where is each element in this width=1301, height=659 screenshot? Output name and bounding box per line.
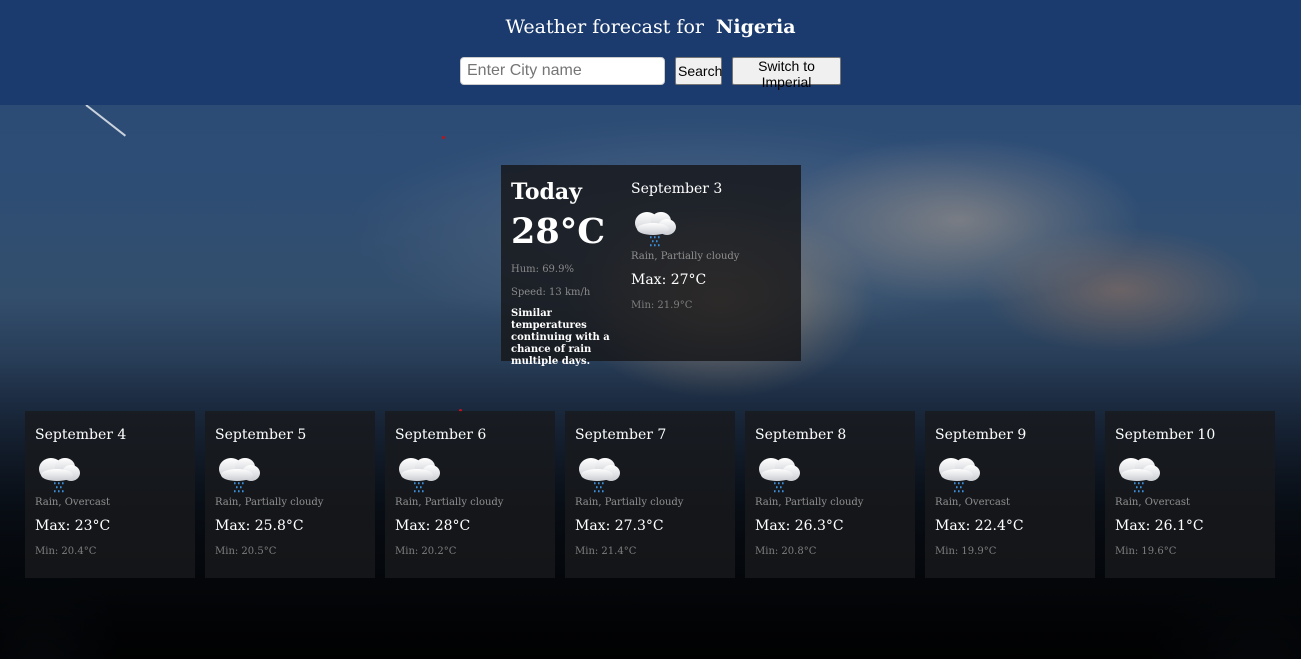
forecast-date: September 8 [755,427,847,443]
forecast-max: Max: 26.1°C [1115,518,1204,534]
day-card: September 6 Rain, Partially cloudy Max: … [385,411,555,578]
forecast-min: Min: 19.9°C [935,546,997,557]
forecast-date: September 5 [215,427,307,443]
forecast-condition: Rain, Overcast [935,497,1010,508]
forecast-min: Min: 20.5°C [215,546,277,557]
forecast-max: Max: 23°C [35,518,111,534]
search-bar: Search Switch to Imperial [460,57,841,90]
day-card: September 4 Rain, Overcast Max: 23°C Min… [25,411,195,578]
current-temperature: 28°C [511,211,606,252]
forecast-condition: Rain, Partially cloudy [755,497,864,508]
rain-cloud-icon [755,449,803,493]
forecast-condition: Rain, Overcast [35,497,110,508]
day-card: September 10 Rain, Overcast Max: 26.1°C … [1105,411,1275,578]
forecast-date: September 4 [35,427,127,443]
forecast-min: Min: 20.8°C [755,546,817,557]
rain-cloud-icon [575,449,623,493]
forecast-condition: Rain, Partially cloudy [395,497,504,508]
forecast-min: Min: 19.6°C [1115,546,1177,557]
day-card: September 9 Rain, Overcast Max: 22.4°C M… [925,411,1095,578]
title-prefix: Weather forecast for [505,16,704,38]
day-card: September 8 Rain, Partially cloudy Max: … [745,411,915,578]
forecast-min: Min: 20.2°C [395,546,457,557]
search-button[interactable]: Search [675,57,722,85]
forecast-condition: Rain, Overcast [1115,497,1190,508]
rain-cloud-icon [1115,449,1163,493]
page-title: Weather forecast for Nigeria [0,16,1301,38]
day-card: September 7 Rain, Partially cloudy Max: … [565,411,735,578]
forecast-max: Max: 25.8°C [215,518,304,534]
forecast-max: Max: 27.3°C [575,518,664,534]
rain-cloud-icon [935,449,983,493]
rain-cloud-icon [631,203,679,247]
humidity: Hum: 69.9% [511,264,574,275]
forecast-summary: Similar temperatures continuing with a c… [511,308,610,367]
today-label: Today [511,179,582,205]
forecast-date: September 7 [575,427,667,443]
forecast-max: Max: 27°C [631,272,707,288]
location-name: Nigeria [716,16,796,38]
forecast-date: September 10 [1115,427,1216,443]
day-card: September 5 Rain, Partially cloudy Max: … [205,411,375,578]
background-streak [85,104,127,137]
today-forecast: September 3 Rain, Partially cloudy Max: … [631,181,791,311]
forecast-max: Max: 28°C [395,518,471,534]
forecast-condition: Rain, Partially cloudy [215,497,324,508]
today-summary: Today 28°C Hum: 69.9% Speed: 13 km/h Sim… [511,179,629,368]
page-header: Weather forecast for Nigeria Search Swit… [0,0,1301,105]
wind-speed: Speed: 13 km/h [511,287,591,298]
switch-units-button[interactable]: Switch to Imperial [732,57,841,90]
forecast-min: Min: 20.4°C [35,546,97,557]
city-search-input[interactable] [460,57,665,85]
forecast-max: Max: 22.4°C [935,518,1024,534]
rain-cloud-icon [215,449,263,493]
forecast-date: September 3 [631,181,723,197]
rain-cloud-icon [35,449,83,493]
forecast-min: Min: 21.4°C [575,546,637,557]
forecast-date: September 9 [935,427,1027,443]
today-panel: Today 28°C Hum: 69.9% Speed: 13 km/h Sim… [501,165,801,367]
forecast-condition: Rain, Partially cloudy [631,251,740,262]
forecast-condition: Rain, Partially cloudy [575,497,684,508]
rain-cloud-icon [395,449,443,493]
forecast-min: Min: 21.9°C [631,300,693,311]
forecast-max: Max: 26.3°C [755,518,844,534]
forecast-date: September 6 [395,427,487,443]
background-dot [442,136,445,139]
